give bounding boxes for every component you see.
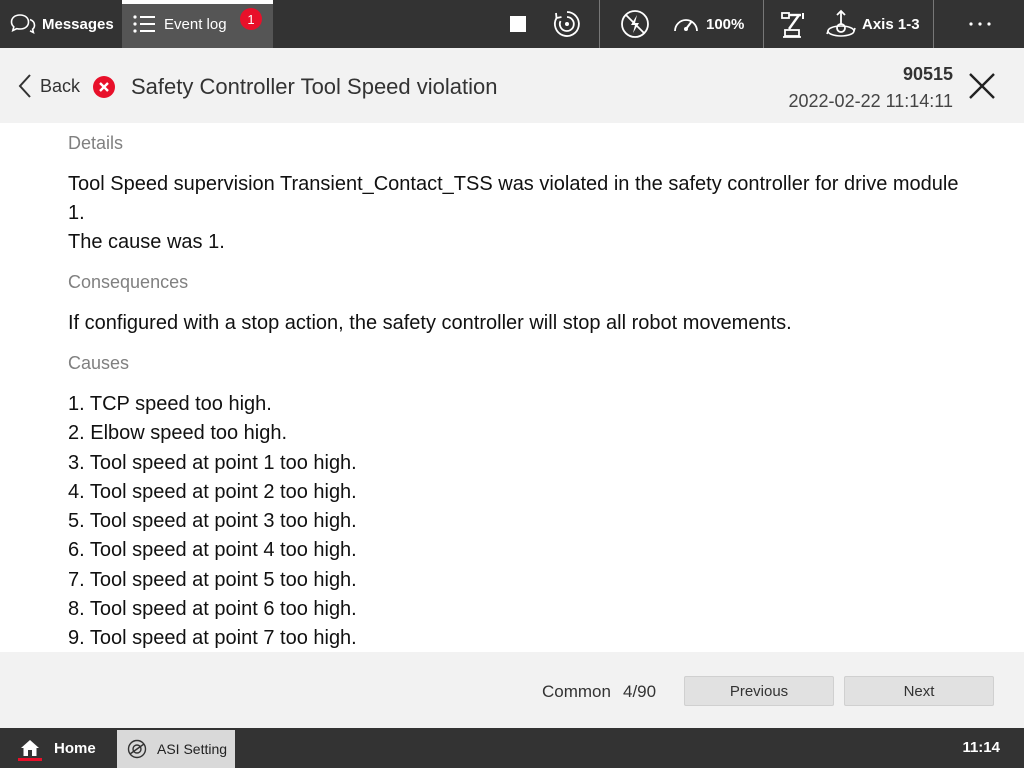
robot-icon	[781, 12, 804, 38]
list-item: 9. Tool speed at point 7 too high.	[68, 627, 357, 650]
motors-button[interactable]	[617, 0, 653, 48]
speed-button[interactable]: 100%	[672, 0, 744, 48]
stop-button[interactable]	[508, 0, 528, 48]
back-button[interactable]: Back	[18, 72, 80, 100]
speedometer-icon	[674, 19, 698, 32]
list-item: 5. Tool speed at point 3 too high.	[68, 510, 357, 533]
event-category: Common	[542, 682, 611, 701]
event-timestamp: 2022-02-22 11:14:11	[788, 91, 953, 111]
chat-bubbles-icon	[10, 14, 36, 34]
details-text: Tool Speed supervision Transient_Contact…	[68, 173, 959, 224]
list-item: 8. Tool speed at point 6 too high.	[68, 598, 357, 621]
consequences-text: If configured with a stop action, the sa…	[68, 312, 792, 334]
topbar-divider	[599, 0, 600, 48]
jog-axis-button[interactable]: Axis 1-3	[826, 0, 920, 48]
details-cause-text: The cause was 1.	[68, 231, 225, 253]
topbar-divider	[763, 0, 764, 48]
list-item: 6. Tool speed at point 4 too high.	[68, 539, 357, 562]
chevron-left-icon	[18, 74, 31, 98]
robot-button[interactable]	[777, 0, 811, 48]
event-log-label: Event log	[164, 15, 227, 33]
list-item: 2. Elbow speed too high.	[68, 422, 288, 445]
messages-tab[interactable]: Messages	[0, 0, 122, 48]
home-button[interactable]: Home	[0, 728, 114, 768]
top-bar: Messages Event log 1 100% Axis 1-3	[0, 0, 1024, 48]
more-button[interactable]	[960, 0, 1000, 48]
list-item: 3. Tool speed at point 1 too high.	[68, 451, 357, 474]
asi-settings-icon	[127, 739, 147, 759]
event-log-badge: 1	[240, 8, 262, 30]
run-mode-icon	[554, 11, 580, 37]
event-title: Safety Controller Tool Speed violation	[131, 74, 498, 99]
taskbar: Home ASI Setting 11:14	[0, 728, 1024, 768]
details-heading: Details	[68, 133, 124, 153]
stop-icon	[510, 16, 526, 32]
home-active-indicator	[18, 758, 42, 761]
event-position: 4/90	[623, 682, 657, 701]
previous-button[interactable]: Previous	[684, 676, 834, 706]
event-log-tab[interactable]: Event log 1	[122, 0, 273, 48]
asi-setting-app-button[interactable]: ASI Setting	[117, 730, 235, 768]
list-item: 1. TCP speed too high.	[68, 393, 272, 415]
run-mode-button[interactable]	[550, 0, 584, 48]
event-number: 90515	[902, 64, 953, 84]
list-item: 4. Tool speed at point 2 too high.	[68, 480, 357, 503]
axis-label: Axis 1-3	[862, 15, 920, 33]
home-label: Home	[54, 739, 96, 757]
asi-setting-label: ASI Setting	[157, 741, 228, 757]
event-header: Back Safety Controller Tool Speed violat…	[0, 48, 1024, 123]
causes-list: 1. TCP speed too high. 2. Elbow speed to…	[68, 390, 357, 652]
list-item: 7. Tool speed at point 5 too high.	[68, 568, 357, 591]
topbar-divider	[933, 0, 934, 48]
clock: 11:14	[962, 739, 1000, 756]
more-dots-icon	[969, 22, 991, 26]
list-icon	[133, 15, 155, 33]
consequences-heading: Consequences	[68, 272, 189, 292]
back-label: Back	[40, 75, 81, 96]
event-detail-content[interactable]: Details Tool Speed supervision Transient…	[0, 123, 1024, 652]
messages-label: Messages	[42, 15, 114, 33]
event-navigation: Common 4/90 Previous Next	[0, 652, 1024, 728]
home-icon	[21, 740, 39, 756]
error-icon	[93, 76, 115, 98]
close-icon[interactable]	[964, 68, 1000, 104]
causes-heading: Causes	[68, 353, 130, 373]
motors-off-icon	[621, 10, 649, 38]
jog-icon	[826, 9, 856, 37]
speed-value: 100%	[706, 15, 745, 33]
next-button[interactable]: Next	[844, 676, 994, 706]
